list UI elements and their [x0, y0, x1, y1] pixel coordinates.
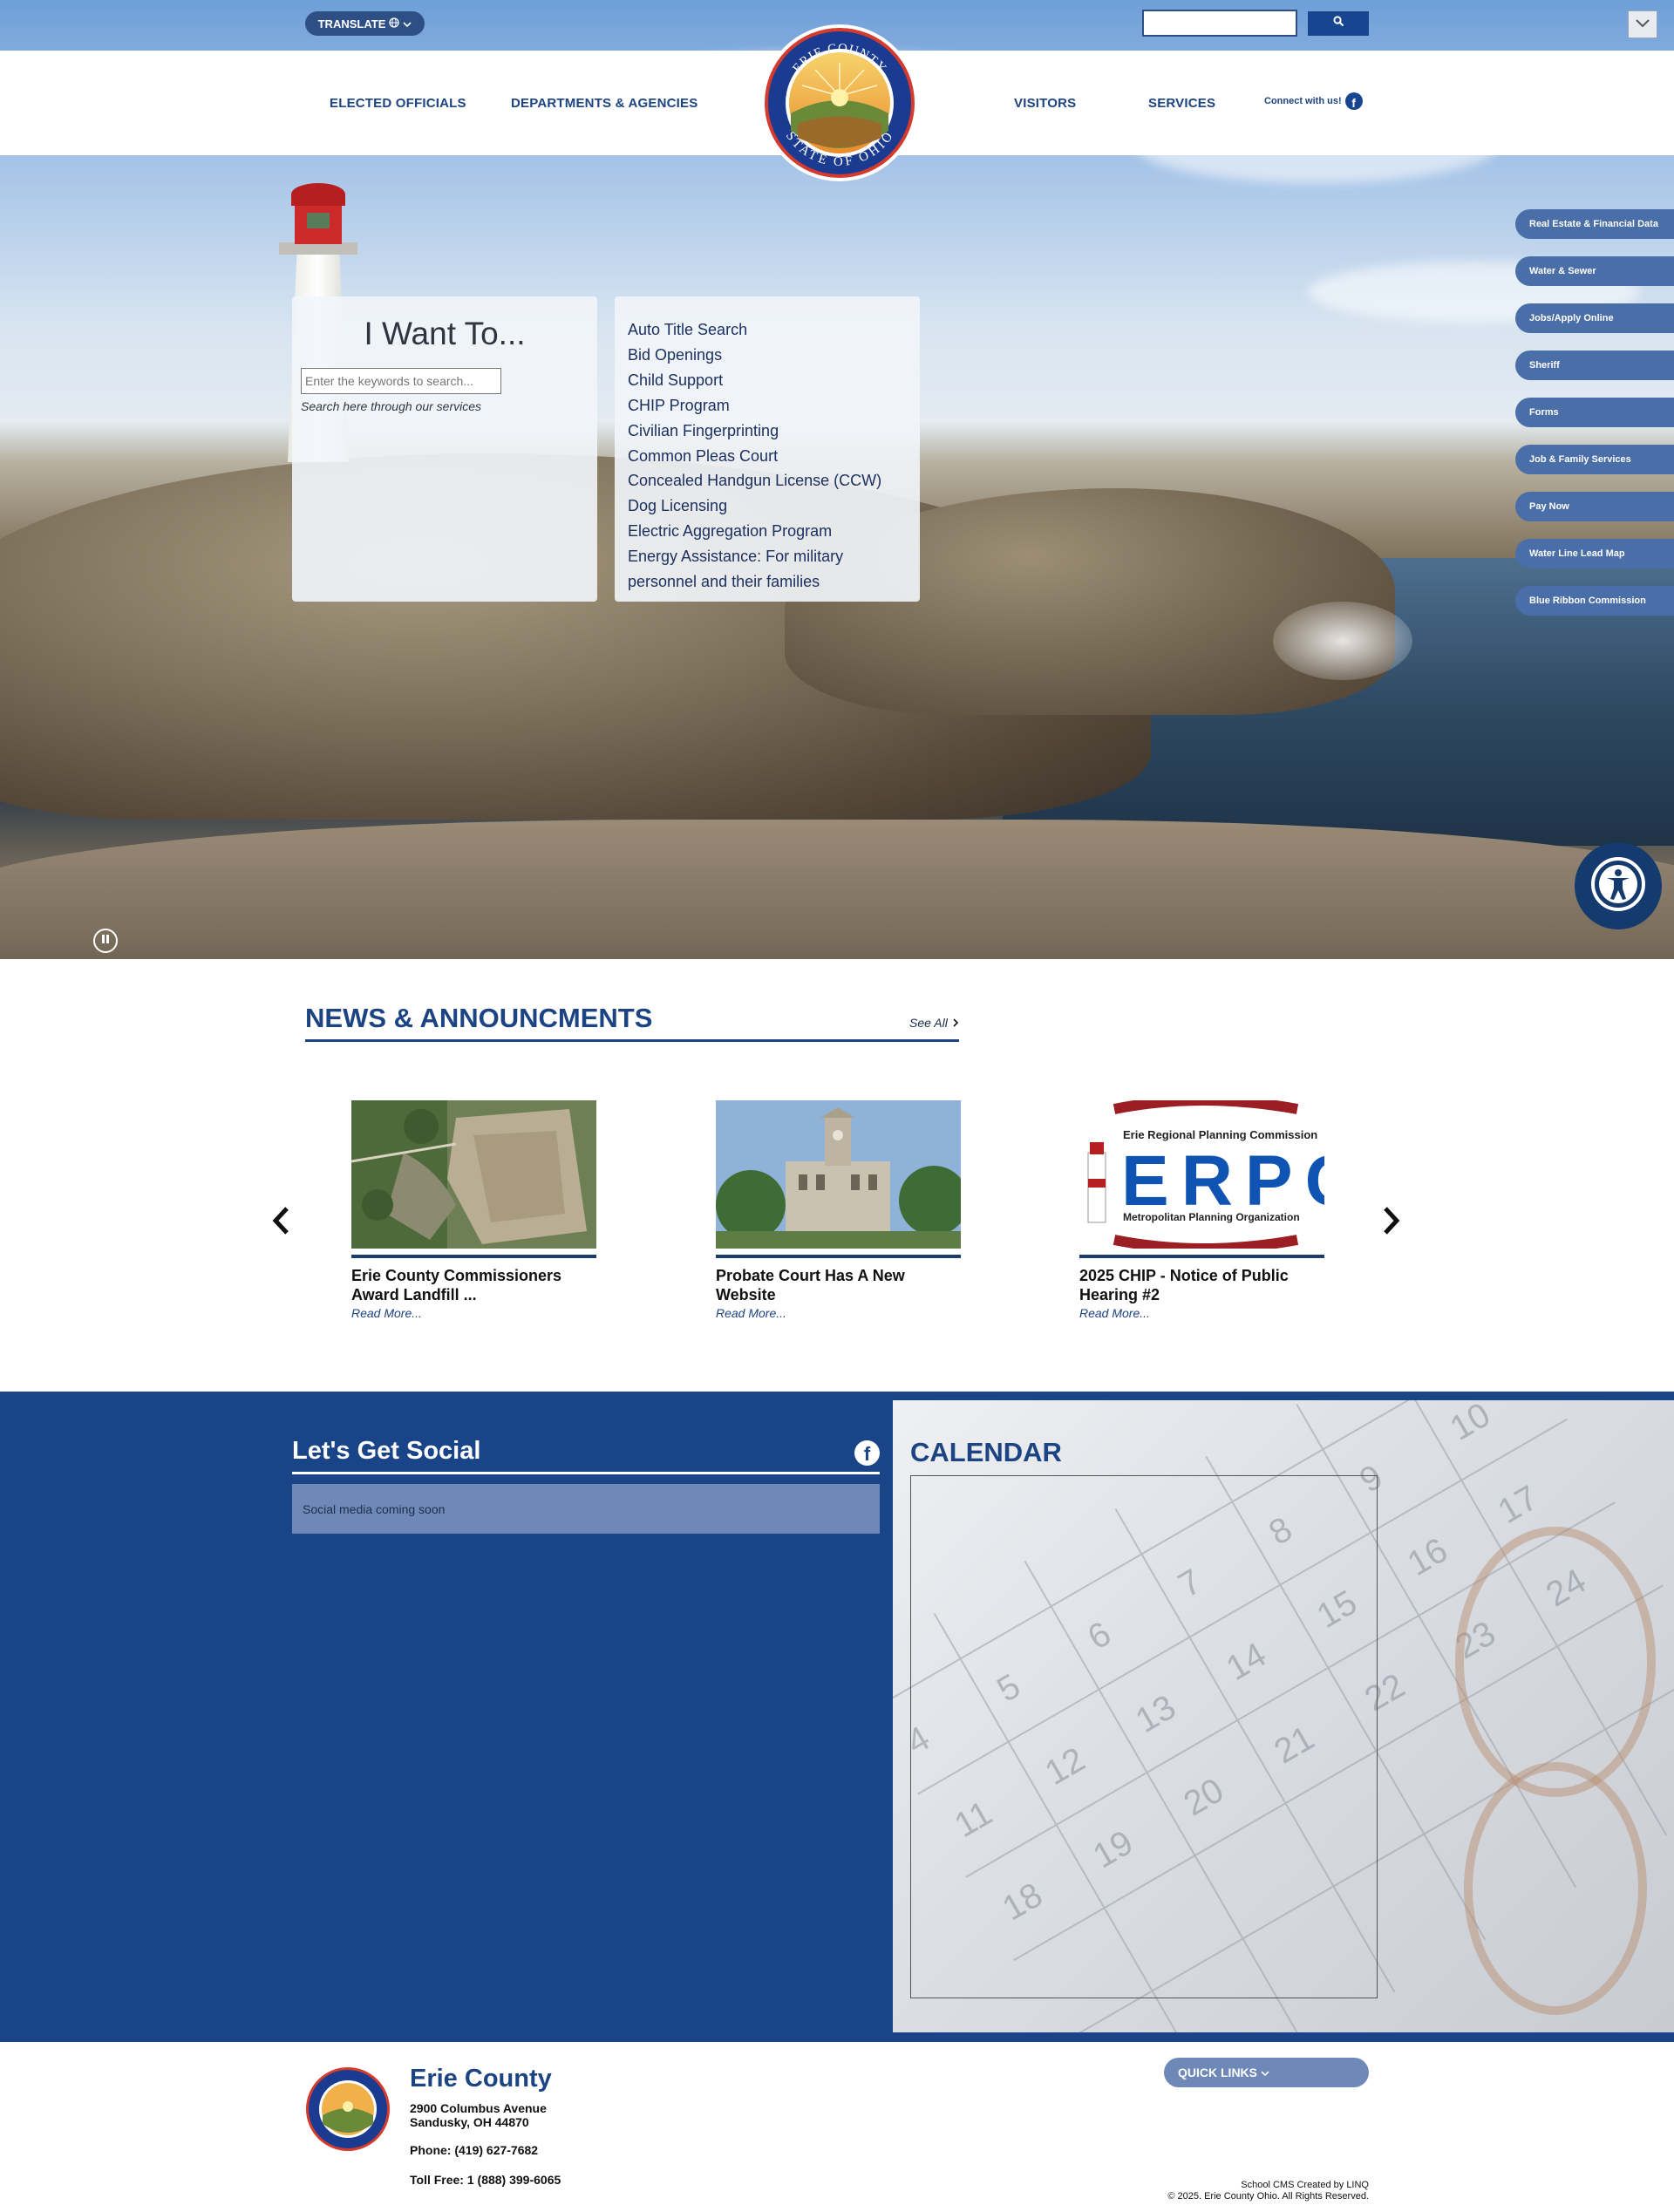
facebook-icon: f	[1344, 92, 1363, 110]
read-more-link[interactable]: Read More...	[1079, 1306, 1324, 1320]
card-divider	[1079, 1255, 1324, 1258]
calendar-title: CALENDAR	[910, 1437, 1062, 1467]
card-divider	[716, 1255, 961, 1258]
side-tab-job-family-services[interactable]: Job & Family Services	[1515, 445, 1674, 474]
social-title: Let's Get Social	[292, 1437, 481, 1465]
services-list: Auto Title Search Bid Openings Child Sup…	[615, 296, 920, 602]
accessibility-icon	[1588, 854, 1649, 919]
footer-county-name: Erie County	[410, 2065, 552, 2093]
site-search-input[interactable]	[1142, 10, 1297, 37]
news-card[interactable]: Probate Court Has A New Website Read Mor…	[716, 1100, 969, 1320]
service-link[interactable]: Bid Openings	[628, 343, 920, 368]
quick-links-button[interactable]: QUICK LINKS	[1164, 2058, 1369, 2087]
side-tab-jobs[interactable]: Jobs/Apply Online	[1515, 303, 1674, 333]
erpc-line2: Metropolitan Planning Organization	[1123, 1211, 1300, 1223]
nav-visitors[interactable]: VISITORS	[1014, 96, 1076, 111]
side-tab-real-estate[interactable]: Real Estate & Financial Data	[1515, 209, 1674, 239]
wave-foam	[1273, 602, 1412, 680]
search-button[interactable]	[1308, 11, 1369, 36]
nav-elected-officials[interactable]: ELECTED OFFICIALS	[330, 96, 466, 111]
service-link[interactable]: personnel and their families	[628, 569, 920, 595]
side-tab-forms[interactable]: Forms	[1515, 398, 1674, 427]
erpc-line1: Erie Regional Planning Commission	[1123, 1128, 1317, 1141]
service-link[interactable]: Child Support	[628, 368, 920, 393]
service-link[interactable]: Civilian Fingerprinting	[628, 419, 920, 444]
news-card[interactable]: Erie County Commissioners Award Landfill…	[350, 1100, 596, 1320]
calendar-widget[interactable]	[910, 1475, 1378, 1998]
footer-address-line1: 2900 Columbus Avenue	[410, 2101, 547, 2115]
accessibility-button[interactable]	[1575, 842, 1662, 929]
news-image-erpc-logo: Erie Regional Planning Commission ERPC M…	[1079, 1095, 1357, 1254]
i-want-to-title: I Want To...	[364, 316, 526, 351]
svg-text:10: 10	[1444, 1400, 1497, 1448]
keyword-search-input[interactable]	[301, 368, 501, 394]
service-link[interactable]: Concealed Handgun License (CCW)	[628, 468, 920, 493]
chevron-down-icon	[1261, 2066, 1269, 2079]
slideshow-pause-button[interactable]	[93, 929, 118, 953]
service-link[interactable]: Energy Assistance: For military	[628, 544, 920, 569]
side-tab-blue-ribbon[interactable]: Blue Ribbon Commission	[1515, 586, 1674, 616]
service-link[interactable]: Auto Title Search	[628, 317, 920, 343]
svg-text:24: 24	[1540, 1562, 1593, 1614]
quick-links-label: QUICK LINKS	[1178, 2066, 1257, 2079]
chevron-down-icon	[1635, 17, 1650, 32]
card-divider	[351, 1255, 596, 1258]
footer-phone[interactable]: Phone: (419) 627-7682	[410, 2143, 538, 2157]
news-card[interactable]: Erie Regional Planning Commission ERPC M…	[1079, 1095, 1357, 1320]
globe-icon	[389, 17, 400, 31]
news-divider	[305, 1039, 959, 1042]
read-more-link[interactable]: Read More...	[716, 1306, 961, 1320]
carousel-next-button[interactable]	[1381, 1203, 1402, 1248]
news-card-title: Erie County Commissioners Award Landfill…	[351, 1267, 562, 1303]
service-link[interactable]: Common Pleas Court	[628, 444, 920, 469]
cms-credit[interactable]: School CMS Created by LINQ	[1241, 2180, 1369, 2190]
chevron-right-icon	[951, 1016, 960, 1030]
news-card-title: Probate Court Has A New Website	[716, 1267, 905, 1303]
chevron-right-icon	[1384, 1207, 1400, 1235]
copyright: © 2025. Erie County Ohio. All Rights Res…	[1167, 2191, 1369, 2202]
chevron-down-icon	[403, 17, 412, 31]
nav-services[interactable]: SERVICES	[1148, 96, 1215, 111]
side-tab-water-sewer[interactable]: Water & Sewer	[1515, 256, 1674, 286]
news-image-courthouse	[716, 1100, 969, 1249]
pause-icon	[101, 933, 110, 949]
news-section-title: NEWS & ANNOUNCMENTS	[305, 1003, 653, 1033]
translate-button[interactable]: TRANSLATE	[305, 11, 425, 36]
expand-toggle-button[interactable]	[1628, 10, 1657, 38]
connect-with-us[interactable]: Connect with us! f	[1264, 92, 1363, 110]
search-icon	[1332, 16, 1344, 31]
connect-label: Connect with us!	[1264, 96, 1342, 106]
see-all-link[interactable]: See All	[909, 1016, 960, 1030]
search-hint: Search here through our services	[301, 399, 481, 413]
read-more-link[interactable]: Read More...	[351, 1306, 596, 1320]
footer-toll-free[interactable]: Toll Free: 1 (888) 399-6065	[410, 2173, 561, 2187]
news-card-title: 2025 CHIP - Notice of Public Hearing #2	[1079, 1267, 1289, 1303]
i-want-to-panel: I Want To... Search here through our ser…	[292, 296, 597, 602]
footer-seal-logo	[305, 2066, 391, 2152]
social-divider	[292, 1472, 880, 1474]
service-link[interactable]: Electric Aggregation Program	[628, 519, 920, 544]
county-seal-logo[interactable]: ERIE COUNTY STATE OF OHIO	[761, 24, 918, 181]
social-feed: Social media coming soon	[292, 1484, 880, 1534]
svg-text:16: 16	[1401, 1531, 1454, 1583]
carousel-prev-button[interactable]	[270, 1203, 291, 1248]
facebook-icon[interactable]: f	[854, 1440, 880, 1466]
news-image-aerial-landfill	[350, 1100, 596, 1249]
svg-text:17: 17	[1492, 1479, 1545, 1531]
see-all-label: See All	[909, 1016, 948, 1030]
translate-label: TRANSLATE	[317, 17, 386, 31]
footer-address-line2: Sandusky, OH 44870	[410, 2115, 529, 2129]
side-tab-sheriff[interactable]: Sheriff	[1515, 351, 1674, 380]
rock	[0, 820, 1674, 959]
nav-departments-agencies[interactable]: DEPARTMENTS & AGENCIES	[511, 96, 698, 111]
chevron-left-icon	[272, 1207, 289, 1235]
side-tab-pay-now[interactable]: Pay Now	[1515, 492, 1674, 521]
side-tab-lead-map[interactable]: Water Line Lead Map	[1515, 539, 1674, 568]
service-link[interactable]: CHIP Program	[628, 393, 920, 419]
erpc-letters: ERPC	[1121, 1141, 1324, 1221]
service-link[interactable]: Dog Licensing	[628, 493, 920, 519]
